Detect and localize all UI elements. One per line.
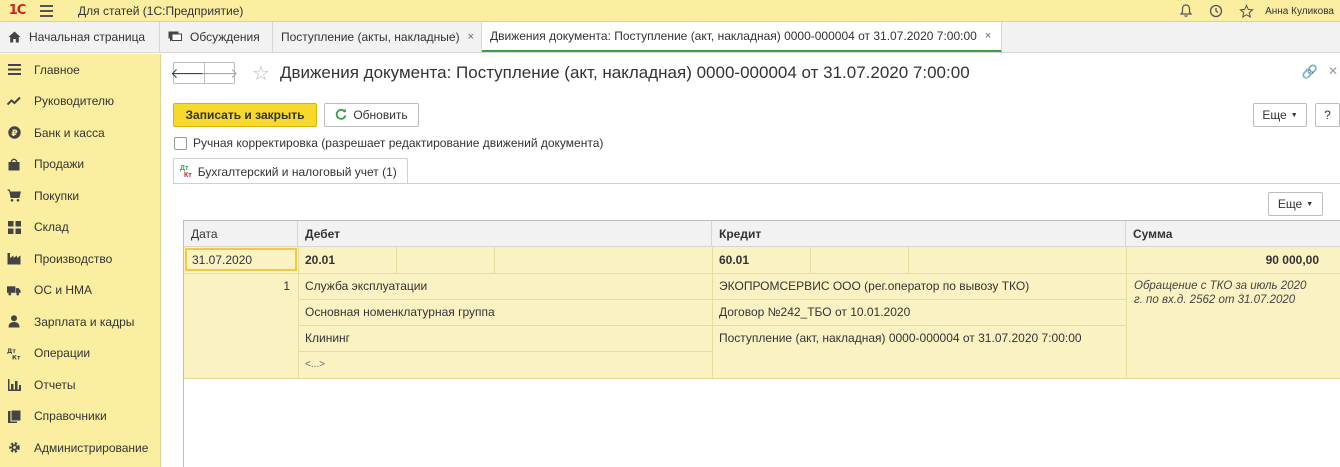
books-icon bbox=[7, 409, 21, 423]
column-date[interactable]: Дата bbox=[184, 221, 298, 247]
help-button[interactable]: ? bbox=[1315, 103, 1340, 127]
dt-kt-icon: Дт Кт bbox=[7, 346, 21, 360]
trend-icon bbox=[7, 94, 21, 108]
sidebar-item-fixed-assets[interactable]: ОС и НМА bbox=[0, 275, 160, 307]
content-cell[interactable]: Обращение с ТКО за июль 2020 г. по вх.д.… bbox=[1134, 279, 1314, 307]
tab-document-movements[interactable]: Движения документа: Поступление (акт, на… bbox=[482, 22, 1002, 52]
date-cell[interactable]: 31.07.2020 bbox=[185, 248, 297, 271]
open-windows-bar: Начальная страница Обсуждения Поступлени… bbox=[0, 22, 1340, 53]
truck-icon bbox=[7, 283, 21, 297]
favorite-star-icon[interactable]: ☆ bbox=[252, 61, 270, 86]
grid-line bbox=[396, 247, 397, 273]
sidebar-item-warehouse[interactable]: Склад bbox=[0, 212, 160, 244]
chat-icon bbox=[168, 31, 182, 43]
table-header: Дата Дебет Кредит Сумма bbox=[184, 221, 1340, 247]
svg-text:₽: ₽ bbox=[11, 129, 17, 139]
forward-arrow-icon[interactable]: 🡒 bbox=[201, 63, 238, 83]
tab-accounting[interactable]: Дт Кт Бухгалтерский и налоговый учет (1) bbox=[173, 158, 408, 184]
sidebar-item-production[interactable]: Производство bbox=[0, 243, 160, 275]
debit-subconto-2[interactable]: Основная номенклатурная группа bbox=[298, 299, 495, 325]
history-icon[interactable] bbox=[1201, 0, 1231, 22]
dropdown-arrow-icon: ▼ bbox=[1306, 200, 1314, 208]
debit-subconto-1[interactable]: Служба эксплуатации bbox=[298, 273, 427, 299]
more-actions-button[interactable]: Еще ▼ bbox=[1253, 103, 1307, 127]
sidebar-item-reports[interactable]: Отчеты bbox=[0, 369, 160, 401]
grid-line bbox=[494, 247, 495, 273]
bar-chart-icon bbox=[7, 378, 21, 392]
tab-divider bbox=[173, 183, 1340, 184]
sidebar-item-operations[interactable]: Дт Кт Операции bbox=[0, 338, 160, 370]
credit-subconto-3[interactable]: Поступление (акт, накладная) 0000-000004… bbox=[712, 325, 1082, 351]
row-number: 1 bbox=[283, 279, 290, 293]
main-menu-button[interactable] bbox=[40, 4, 64, 17]
title-bar: 1С Для статей (1С:Предприятие) Анна Кули… bbox=[0, 0, 1340, 22]
warehouse-grid-icon bbox=[7, 220, 21, 234]
ruble-coin-icon: ₽ bbox=[7, 126, 21, 140]
postings-table[interactable]: Дата Дебет Кредит Сумма 31.07.2020 1 20.… bbox=[183, 220, 1340, 467]
navigation-buttons: 🡐 🡒 bbox=[170, 62, 238, 84]
column-amount[interactable]: Сумма bbox=[1126, 221, 1340, 247]
menu-lines-icon bbox=[7, 63, 21, 77]
tab-discussions[interactable]: Обсуждения bbox=[160, 22, 273, 52]
grid-line bbox=[810, 247, 811, 273]
back-arrow-icon[interactable]: 🡐 bbox=[170, 63, 208, 83]
sidebar-item-salary[interactable]: Зарплата и кадры bbox=[0, 306, 160, 338]
debit-account[interactable]: 20.01 bbox=[298, 247, 335, 273]
close-icon[interactable]: × bbox=[468, 31, 474, 43]
amount-cell[interactable]: 90 000,00 bbox=[1126, 247, 1340, 273]
gear-icon bbox=[7, 441, 21, 455]
factory-icon bbox=[7, 252, 21, 266]
refresh-icon bbox=[335, 108, 347, 123]
table-more-button[interactable]: Еще ▼ bbox=[1268, 192, 1323, 216]
favorites-star-icon[interactable] bbox=[1231, 0, 1261, 22]
dt-kt-icon: Дт Кт bbox=[180, 164, 192, 179]
debit-subconto-3[interactable]: Клининг bbox=[298, 325, 350, 351]
sidebar-item-manager[interactable]: Руководителю bbox=[0, 86, 160, 118]
sidebar-item-admin[interactable]: Администрирование bbox=[0, 432, 160, 464]
home-icon bbox=[8, 31, 21, 43]
bell-icon[interactable] bbox=[1171, 0, 1201, 22]
dropdown-arrow-icon: ▼ bbox=[1290, 111, 1298, 119]
close-icon[interactable]: × bbox=[985, 30, 991, 42]
close-icon[interactable]: ✕ bbox=[1328, 64, 1338, 78]
shopping-bag-icon bbox=[7, 157, 21, 171]
sidebar-item-references[interactable]: Справочники bbox=[0, 401, 160, 433]
sidebar-item-main[interactable]: Главное bbox=[0, 54, 160, 86]
sidebar-item-sales[interactable]: Продажи bbox=[0, 149, 160, 181]
manual-edit-row: Ручная корректировка (разрешает редактир… bbox=[174, 136, 603, 150]
table-row[interactable]: 31.07.2020 1 20.01 Служба эксплуатации О… bbox=[184, 247, 1340, 379]
column-debit[interactable]: Дебет bbox=[298, 221, 712, 247]
column-credit[interactable]: Кредит bbox=[712, 221, 1126, 247]
tab-home[interactable]: Начальная страница bbox=[0, 22, 160, 52]
manual-edit-label[interactable]: Ручная корректировка (разрешает редактир… bbox=[193, 136, 603, 150]
page-title: Движения документа: Поступление (акт, на… bbox=[280, 63, 970, 82]
person-icon bbox=[7, 315, 21, 329]
tab-receipts-list[interactable]: Поступление (акты, накладные) × bbox=[273, 22, 482, 52]
grid-line bbox=[908, 247, 909, 273]
refresh-button[interactable]: Обновить bbox=[324, 103, 419, 127]
debit-subconto-more[interactable]: <...> bbox=[298, 351, 325, 377]
app-logo: 1С bbox=[8, 3, 27, 18]
grid-line bbox=[298, 351, 712, 352]
credit-account[interactable]: 60.01 bbox=[712, 247, 749, 273]
sections-panel: Главное Руководителю ₽ Банк и касса Прод… bbox=[0, 54, 161, 467]
sidebar-item-bank[interactable]: ₽ Банк и касса bbox=[0, 117, 160, 149]
credit-subconto-2[interactable]: Договор №242_ТБО от 10.01.2020 bbox=[712, 299, 910, 325]
sidebar-item-purchases[interactable]: Покупки bbox=[0, 180, 160, 212]
link-icon[interactable]: 🔗 bbox=[1302, 64, 1318, 80]
credit-subconto-1[interactable]: ЭКОПРОМСЕРВИС ООО (рег.оператор по вывоз… bbox=[712, 273, 1029, 299]
save-and-close-button[interactable]: Записать и закрыть bbox=[173, 103, 317, 127]
svg-text:Кт: Кт bbox=[12, 354, 21, 360]
cart-icon bbox=[7, 189, 21, 203]
manual-edit-checkbox[interactable] bbox=[174, 136, 187, 150]
app-title: Для статей (1С:Предприятие) bbox=[78, 3, 244, 18]
user-name[interactable]: Анна Куликова bbox=[1265, 6, 1334, 17]
document-movements-form: 🡐 🡒 ☆ Движения документа: Поступление (а… bbox=[162, 54, 1340, 467]
